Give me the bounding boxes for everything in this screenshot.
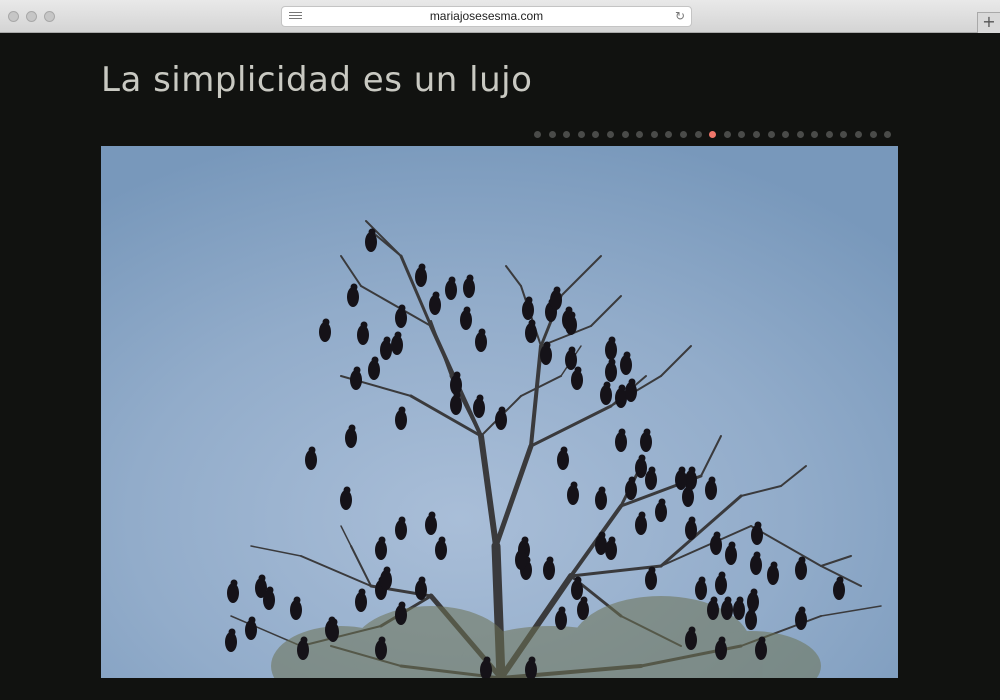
slide-dot-11[interactable] bbox=[679, 131, 687, 138]
new-tab-button[interactable]: + bbox=[977, 12, 1000, 33]
slide-dot-9[interactable] bbox=[650, 131, 658, 138]
slide-dot-25[interactable] bbox=[884, 131, 892, 138]
slide-dot-10[interactable] bbox=[665, 131, 673, 138]
slide-dot-17[interactable] bbox=[767, 131, 775, 138]
slide-dot-20[interactable] bbox=[811, 131, 819, 138]
url-text[interactable]: mariajosesesma.com bbox=[282, 9, 691, 23]
slide-dot-7[interactable] bbox=[621, 131, 629, 138]
slide-dot-2[interactable] bbox=[548, 131, 556, 138]
slide-dot-22[interactable] bbox=[840, 131, 848, 138]
slide-dot-14[interactable] bbox=[723, 131, 731, 138]
zoom-window-button[interactable] bbox=[44, 11, 55, 22]
address-bar[interactable]: mariajosesesma.com ↻ bbox=[281, 6, 692, 27]
tree-birds-illustration bbox=[101, 146, 898, 678]
slide-dot-12[interactable] bbox=[694, 131, 702, 138]
slide-dot-1[interactable] bbox=[534, 131, 541, 138]
slide-dot-6[interactable] bbox=[606, 131, 614, 138]
slide-pagination bbox=[534, 131, 899, 139]
slide-dot-13[interactable] bbox=[709, 131, 717, 138]
slide-dot-18[interactable] bbox=[782, 131, 790, 138]
plus-icon: + bbox=[982, 12, 996, 31]
slide-dot-23[interactable] bbox=[855, 131, 863, 138]
slide-dot-21[interactable] bbox=[825, 131, 833, 138]
close-window-button[interactable] bbox=[8, 11, 19, 22]
slide-dot-19[interactable] bbox=[796, 131, 804, 138]
slide-dot-15[interactable] bbox=[738, 131, 746, 138]
slide-dot-24[interactable] bbox=[869, 131, 877, 138]
reload-icon[interactable]: ↻ bbox=[675, 9, 685, 23]
slide-dot-8[interactable] bbox=[636, 131, 644, 138]
slide-dot-5[interactable] bbox=[592, 131, 600, 138]
slide-dot-16[interactable] bbox=[752, 131, 760, 138]
minimize-window-button[interactable] bbox=[26, 11, 37, 22]
page-title: La simplicidad es un lujo bbox=[101, 60, 533, 100]
slide-dot-4[interactable] bbox=[577, 131, 585, 138]
slide-dot-3[interactable] bbox=[563, 131, 571, 138]
slideshow-photo bbox=[101, 146, 898, 678]
browser-toolbar: mariajosesesma.com ↻ + bbox=[0, 0, 1000, 33]
